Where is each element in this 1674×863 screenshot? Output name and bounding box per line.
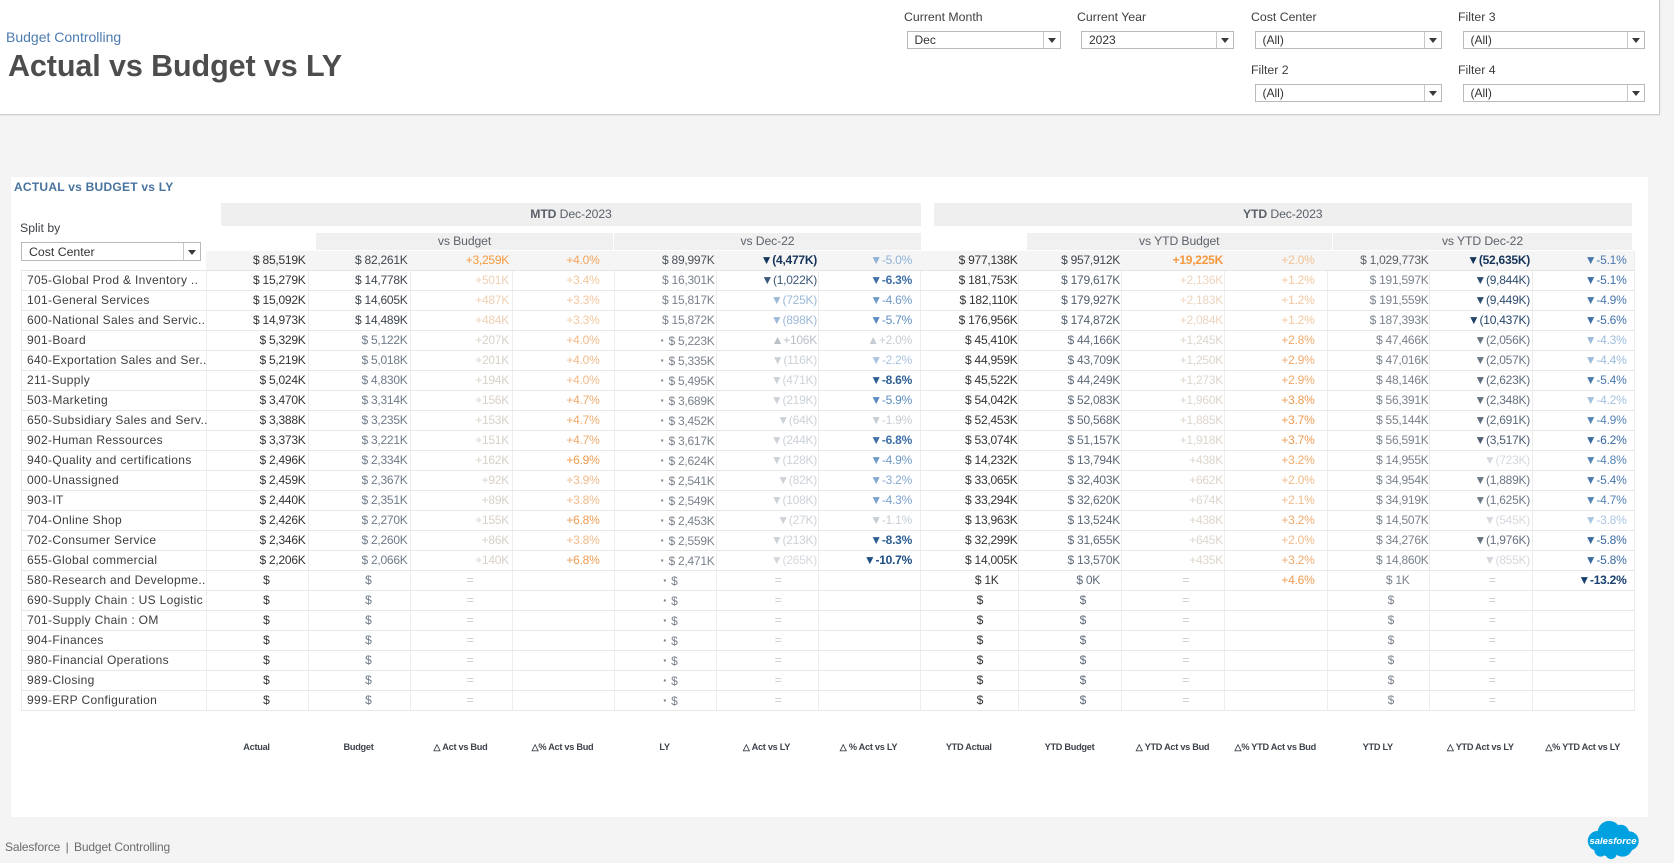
svg-text:salesforce: salesforce bbox=[1589, 836, 1637, 847]
